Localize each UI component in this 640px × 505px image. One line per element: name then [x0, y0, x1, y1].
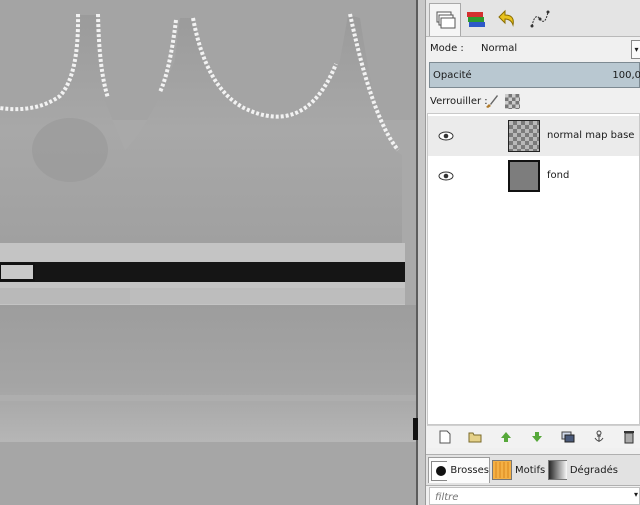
lock-label: Verrouiller :	[430, 96, 488, 107]
tab-patterns[interactable]: Motifs	[492, 457, 546, 483]
filter-input[interactable]	[433, 489, 627, 505]
opacity-slider[interactable]: Opacité 100,0	[429, 62, 640, 88]
new-layer-icon[interactable]	[437, 429, 453, 445]
chevron-down-icon[interactable]: ▾	[634, 490, 638, 499]
tab-channels[interactable]	[461, 3, 491, 35]
tab-layers[interactable]	[429, 3, 461, 36]
filter-row: ▾	[429, 487, 640, 505]
channels-icon	[467, 12, 485, 27]
raise-layer-icon[interactable]	[498, 429, 514, 445]
layers-icon	[436, 11, 456, 29]
layer-buttons-bar	[427, 425, 640, 448]
layer-mode-row: Mode : Normal ▾	[426, 38, 640, 60]
layers-dock: Mode : Normal ▾ Opacité 100,0 Verrouille…	[426, 0, 640, 505]
eye-icon[interactable]	[438, 130, 454, 145]
mode-select[interactable]: Normal	[481, 43, 517, 54]
tab-patterns-label: Motifs	[515, 464, 546, 476]
lock-pixels-toggle[interactable]	[483, 93, 499, 112]
lock-row: Verrouiller :	[426, 91, 640, 111]
layer-name[interactable]: fond	[547, 170, 569, 181]
layer-name[interactable]: normal map base	[547, 130, 634, 141]
texture-image	[0, 0, 418, 505]
paintbrush-icon	[486, 95, 498, 108]
tab-paths[interactable]	[525, 3, 555, 35]
layer-row[interactable]: normal map base	[428, 116, 639, 156]
layer-thumbnail	[508, 120, 540, 152]
layer-group-icon[interactable]	[467, 429, 483, 445]
anchor-layer-icon[interactable]	[591, 429, 607, 445]
layers-list: normal map base fond	[427, 113, 640, 425]
layer-thumbnail	[508, 160, 540, 192]
duplicate-layer-icon[interactable]	[560, 429, 576, 445]
chevron-down-icon[interactable]: ▾	[631, 40, 640, 59]
undo-history-icon	[498, 9, 514, 27]
layer-row[interactable]: fond	[428, 156, 639, 196]
image-canvas[interactable]	[0, 0, 418, 505]
gradient-icon	[548, 460, 567, 480]
tab-gradients[interactable]: Dégradés	[548, 457, 618, 483]
mode-label: Mode :	[430, 43, 464, 54]
tab-brushes-label: Brosses	[450, 465, 489, 476]
lock-alpha-toggle[interactable]	[505, 94, 520, 109]
brush-icon	[431, 460, 448, 481]
dock-tab-bar	[426, 0, 640, 37]
resources-tab-bar: Brosses Motifs Dégradés	[426, 454, 640, 486]
lower-layer-icon[interactable]	[529, 429, 545, 445]
tab-undo-history[interactable]	[493, 3, 523, 35]
opacity-value: 100,0	[612, 70, 640, 81]
tab-brushes[interactable]: Brosses	[428, 457, 490, 483]
opacity-label: Opacité	[433, 70, 472, 81]
paths-icon	[530, 10, 550, 28]
delete-layer-icon[interactable]	[621, 429, 637, 445]
dock-resize-handle[interactable]	[418, 0, 426, 505]
eye-icon[interactable]	[438, 170, 454, 185]
tab-gradients-label: Dégradés	[569, 464, 618, 476]
pattern-icon	[492, 460, 512, 480]
